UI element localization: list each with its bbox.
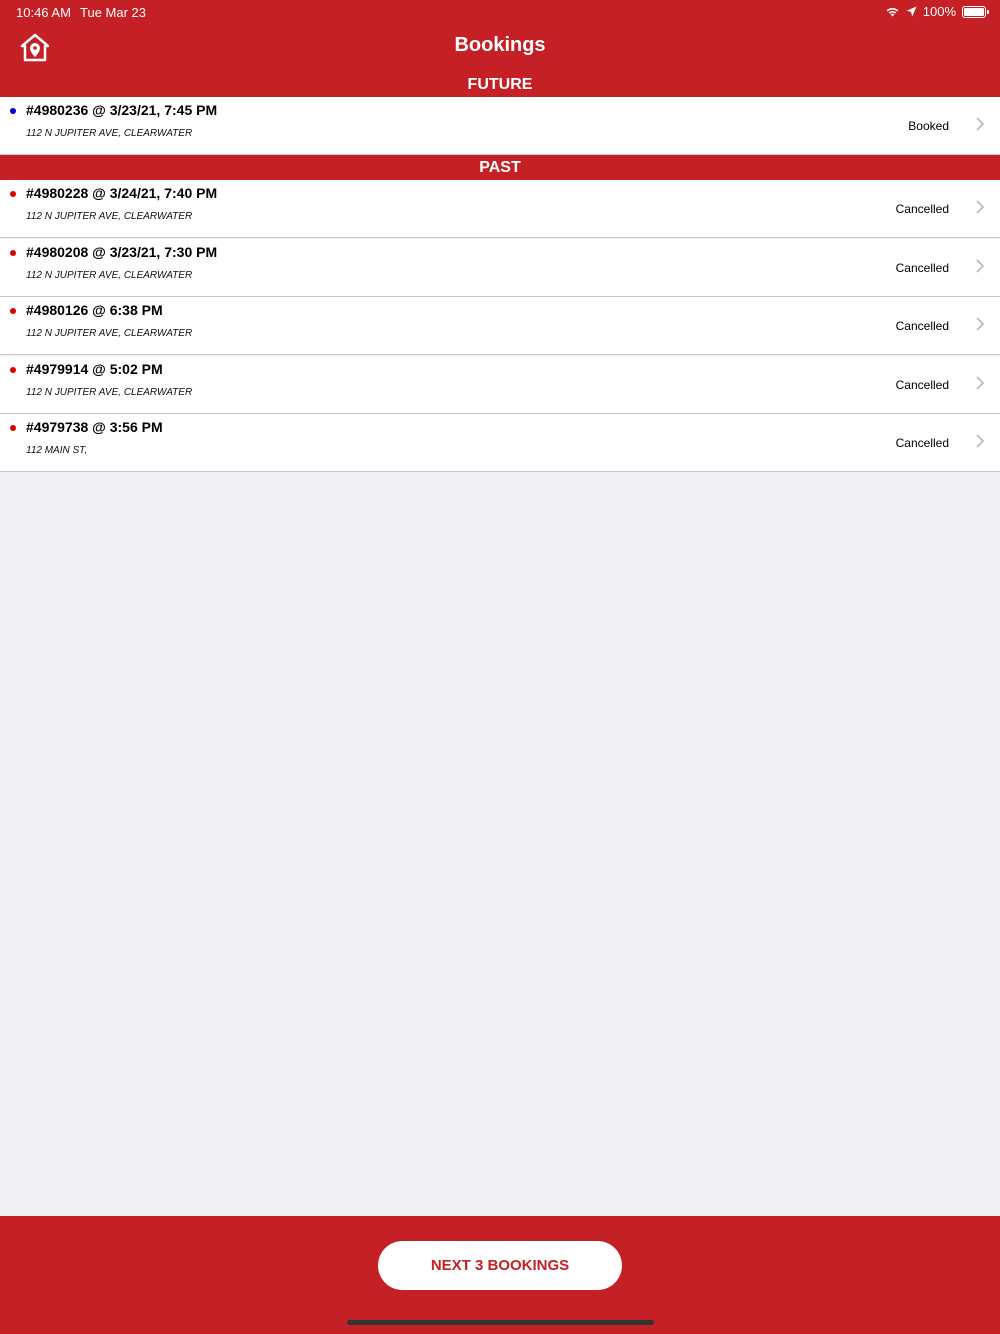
booking-title: #4980208 @ 3/23/21, 7:30 PM [26, 244, 218, 260]
page-title: Bookings [454, 34, 546, 56]
booking-row[interactable]: #4979738 @ 3:56 PM 112 MAIN ST, Cancelle… [0, 414, 1000, 472]
booking-row[interactable]: #4980228 @ 3/24/21, 7:40 PM 112 N JUPITE… [0, 180, 1000, 238]
booking-status: Cancelled [895, 202, 949, 216]
booking-status: Cancelled [895, 319, 949, 333]
booking-status: Cancelled [895, 261, 949, 275]
booking-address: 112 N JUPITER AVE, CLEARWATER [26, 270, 193, 281]
booking-row[interactable]: #4979914 @ 5:02 PM 112 N JUPITER AVE, CL… [0, 356, 1000, 414]
booking-row[interactable]: #4980126 @ 6:38 PM 112 N JUPITER AVE, CL… [0, 297, 1000, 355]
chevron-right-icon [976, 259, 985, 273]
bottom-toolbar: NEXT 3 BOOKINGS [0, 1216, 1000, 1334]
booking-status: Cancelled [895, 436, 949, 450]
status-dot [10, 308, 16, 314]
booking-status: Booked [908, 119, 949, 133]
booking-address: 112 N JUPITER AVE, CLEARWATER [26, 387, 193, 398]
next-bookings-button[interactable]: NEXT 3 BOOKINGS [378, 1241, 622, 1290]
navigation-bar: 10:46 AM Tue Mar 23 100% Bookings [0, 0, 1000, 72]
status-dot [10, 367, 16, 373]
booking-title: #4980126 @ 6:38 PM [26, 302, 163, 318]
booking-title: #4979914 @ 5:02 PM [26, 361, 163, 377]
status-date: Tue Mar 23 [80, 5, 146, 20]
chevron-right-icon [976, 376, 985, 390]
booking-address: 112 N JUPITER AVE, CLEARWATER [26, 211, 193, 222]
booking-title: #4980236 @ 3/23/21, 7:45 PM [26, 102, 218, 118]
chevron-right-icon [976, 117, 985, 131]
section-header-future: FUTURE [0, 72, 1000, 97]
chevron-right-icon [976, 200, 985, 214]
status-dot [10, 108, 16, 114]
status-dot [10, 425, 16, 431]
battery-percent: 100% [922, 4, 956, 19]
booking-title: #4979738 @ 3:56 PM [26, 419, 163, 435]
location-arrow-icon [906, 6, 917, 17]
chevron-right-icon [976, 317, 985, 331]
booking-address: 112 N JUPITER AVE, CLEARWATER [26, 328, 193, 339]
status-bar: 10:46 AM Tue Mar 23 100% [0, 0, 1000, 24]
booking-address: 112 N JUPITER AVE, CLEARWATER [26, 128, 193, 139]
wifi-icon [886, 8, 899, 17]
status-indicators: 100% [885, 4, 989, 19]
booking-address: 112 MAIN ST, [26, 445, 88, 456]
booking-status: Cancelled [895, 378, 949, 392]
section-header-past: PAST [0, 155, 1000, 180]
status-dot [10, 250, 16, 256]
booking-row[interactable]: #4980236 @ 3/23/21, 7:45 PM 112 N JUPITE… [0, 97, 1000, 155]
status-time: 10:46 AM [16, 5, 71, 20]
booking-title: #4980228 @ 3/24/21, 7:40 PM [26, 185, 218, 201]
battery-icon [962, 5, 989, 18]
booking-row[interactable]: #4980208 @ 3/23/21, 7:30 PM 112 N JUPITE… [0, 239, 1000, 297]
chevron-right-icon [976, 434, 985, 448]
status-dot [10, 191, 16, 197]
home-indicator[interactable] [347, 1320, 654, 1325]
